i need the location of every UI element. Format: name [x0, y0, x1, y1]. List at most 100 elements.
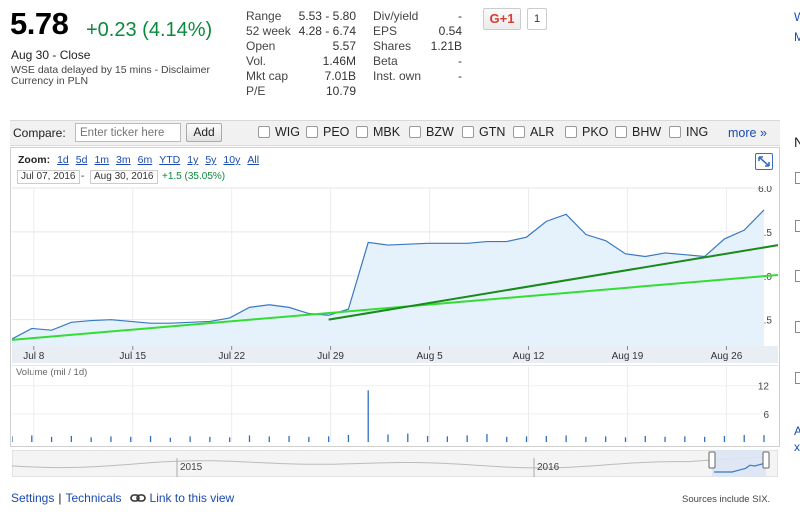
stat-label: Vol.: [246, 54, 267, 68]
price-chart[interactable]: 4.55.05.56.0Jul 8 Jul 15 Jul 22 Jul 29 Aug 5…: [12, 186, 778, 363]
x-tick-label: Jul 29: [317, 351, 344, 362]
vol-tick-label: 6: [763, 410, 769, 421]
price-point: [189, 322, 191, 324]
ticker-label: PKO: [582, 125, 609, 139]
navigator-drag-handle[interactable]: [762, 451, 770, 469]
compare-gtn[interactable]: GTN: [462, 125, 505, 139]
stat-label: Open: [246, 39, 276, 53]
ticker-input[interactable]: [75, 123, 181, 142]
stat-value: 1.46M: [322, 54, 356, 68]
checkbox-icon[interactable]: [513, 126, 525, 138]
stat-label: Mkt cap: [246, 69, 289, 83]
settings-link[interactable]: Settings: [11, 491, 54, 505]
ticker-label: BHW: [632, 125, 662, 139]
vol-tick-label: 12: [758, 382, 770, 393]
checkbox-icon[interactable]: [615, 126, 627, 138]
expand-arrows-icon: [758, 156, 770, 167]
price-point: [763, 209, 765, 211]
range-navigator[interactable]: 2015 2016: [12, 450, 778, 477]
checkbox-icon[interactable]: [565, 126, 577, 138]
stat-value: -: [458, 69, 462, 83]
checkbox-icon[interactable]: [306, 126, 318, 138]
stat-value: 5.57: [332, 39, 356, 53]
price-point: [51, 329, 53, 331]
currency-note: Currency in PLN: [11, 75, 89, 87]
clipped-heading: N: [794, 134, 800, 150]
stat-div-yield: Div/yield -: [373, 9, 462, 24]
stat-52-week: 52 week 4.28 - 6.74: [246, 24, 356, 39]
price-point: [526, 236, 528, 238]
stat-open: Open 5.57: [246, 39, 356, 54]
compare-ing[interactable]: ING: [669, 125, 708, 139]
footer-separator: |: [58, 491, 62, 505]
checkbox-icon[interactable]: [356, 126, 368, 138]
price-point: [288, 307, 290, 309]
stat-label: Inst. own: [373, 69, 422, 83]
zoom-5y[interactable]: 5y: [205, 154, 216, 166]
navigator-drag-handle[interactable]: [708, 451, 716, 469]
more-tickers-link[interactable]: more »: [728, 126, 767, 140]
stat-beta: Beta -: [373, 54, 462, 69]
checkbox-icon[interactable]: [258, 126, 270, 138]
clipped-link[interactable]: W: [794, 10, 800, 24]
compare-bzw[interactable]: BZW: [409, 125, 454, 139]
zoom-1m[interactable]: 1m: [94, 154, 109, 166]
range-to-date[interactable]: Aug 30, 2016: [90, 170, 158, 184]
add-ticker-button[interactable]: Add: [186, 123, 222, 142]
zoom-6m[interactable]: 6m: [138, 154, 153, 166]
price-point: [684, 254, 686, 256]
zoom-5d[interactable]: 5d: [76, 154, 88, 166]
compare-bhw[interactable]: BHW: [615, 125, 661, 139]
clipped-link[interactable]: x: [794, 440, 800, 454]
x-tick-label: Aug 26: [711, 351, 743, 362]
google-plus-button[interactable]: G+1: [483, 8, 521, 30]
range-from-date[interactable]: Jul 07, 2016: [17, 170, 80, 184]
x-tick-label: Jul 8: [23, 351, 45, 362]
clipped-link[interactable]: M: [794, 30, 800, 44]
price-point: [150, 322, 152, 324]
compare-peo[interactable]: PEO: [306, 125, 349, 139]
zoom-label: Zoom:: [18, 154, 51, 166]
clipped-checkbox[interactable]: [795, 220, 800, 232]
stat-range: Range 5.53 - 5.80: [246, 9, 356, 24]
compare-mbk[interactable]: MBK: [356, 125, 400, 139]
navigator-year-label: 2015: [180, 462, 203, 473]
price-point: [724, 238, 726, 240]
stat-label: 52 week: [246, 24, 291, 38]
clipped-checkbox[interactable]: [795, 321, 800, 333]
stat-value: -: [458, 54, 462, 68]
price-point: [447, 243, 449, 245]
zoom-ytd[interactable]: YTD: [159, 154, 180, 166]
zoom-all[interactable]: All: [247, 154, 259, 166]
expand-chart-icon[interactable]: [755, 153, 773, 170]
quote-date: Aug 30 - Close: [11, 48, 91, 62]
compare-alr[interactable]: ALR: [513, 125, 554, 139]
price-point: [170, 322, 172, 324]
price-point: [249, 307, 251, 309]
zoom-1y[interactable]: 1y: [187, 154, 198, 166]
range-change: +1.5 (35.05%): [162, 171, 226, 182]
zoom-10y[interactable]: 10y: [223, 154, 240, 166]
checkbox-icon[interactable]: [669, 126, 681, 138]
compare-pko[interactable]: PKO: [565, 125, 608, 139]
navigator-selection[interactable]: [712, 450, 766, 477]
clipped-checkbox[interactable]: [795, 372, 800, 384]
price-point: [546, 221, 548, 223]
zoom-3m[interactable]: 3m: [116, 154, 131, 166]
clipped-checkbox[interactable]: [795, 270, 800, 282]
checkbox-icon[interactable]: [462, 126, 474, 138]
y-tick-label: 6.0: [758, 186, 772, 195]
compare-wig[interactable]: WIG: [258, 125, 300, 139]
stat-value: 1.21B: [430, 39, 462, 53]
technicals-link[interactable]: Technicals: [65, 491, 121, 505]
link-to-view[interactable]: Link to this view: [150, 491, 235, 505]
checkbox-icon[interactable]: [409, 126, 421, 138]
zoom-1d[interactable]: 1d: [57, 154, 69, 166]
clipped-link[interactable]: A: [794, 424, 800, 438]
price-point: [387, 244, 389, 246]
chain-link-icon: [129, 494, 146, 502]
stat-value: 4.28 - 6.74: [298, 24, 356, 38]
price-point: [664, 252, 666, 254]
x-tick-label: Aug 12: [513, 351, 545, 362]
clipped-checkbox[interactable]: [795, 172, 800, 184]
